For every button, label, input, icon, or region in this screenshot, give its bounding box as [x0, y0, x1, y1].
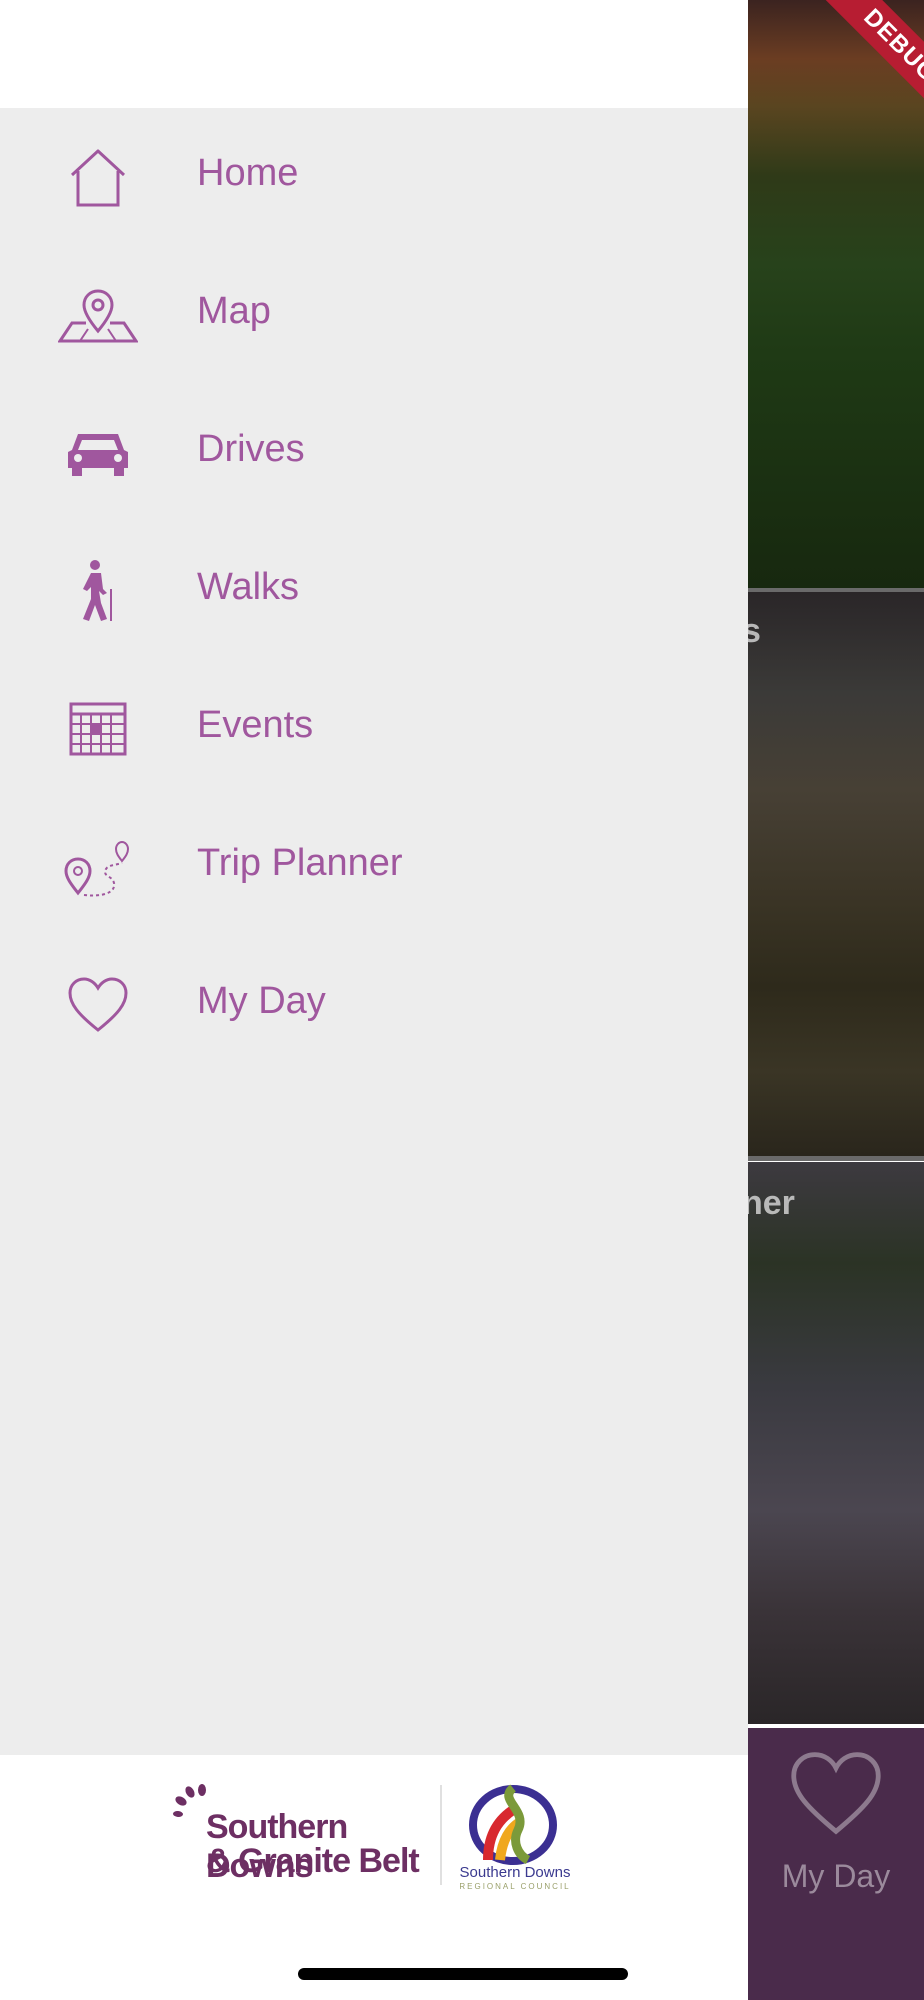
menu-item-label: Map [197, 290, 271, 332]
card-title: s [748, 612, 761, 650]
menu-item-label: Events [197, 704, 314, 746]
menu-item-drives[interactable]: Drives [0, 384, 748, 522]
home-indicator[interactable] [298, 1968, 628, 1980]
heart-icon [791, 1752, 881, 1835]
menu-item-walks[interactable]: Walks [0, 522, 748, 660]
menu-item-home[interactable]: Home [0, 108, 748, 246]
calendar-icon [58, 694, 138, 764]
featured-card-sunset[interactable] [748, 0, 924, 588]
heart-icon [58, 970, 138, 1040]
drawer-header [0, 0, 748, 108]
logo-divider [440, 1785, 442, 1885]
menu-item-events[interactable]: Events [0, 660, 748, 798]
southern-downs-granite-belt-logo: Southern Downs & Granite Belt [170, 1780, 430, 1885]
council-logo-text: Southern Downs [459, 1864, 571, 1881]
drawer-menu: Home Map Drives Walks Events Trip Planne… [0, 108, 748, 1074]
map-pin-icon [58, 280, 138, 350]
menu-item-trip-planner[interactable]: Trip Planner [0, 798, 748, 936]
route-pins-icon [58, 832, 138, 902]
logo-text-line2: & Granite Belt [206, 1842, 420, 1880]
tab-my-day[interactable]: My Day [748, 1728, 924, 2000]
navigation-drawer: Home Map Drives Walks Events Trip Planne… [0, 0, 748, 2000]
menu-item-label: Walks [197, 566, 300, 608]
featured-card-walks[interactable]: s [748, 592, 924, 1156]
menu-item-label: Drives [197, 428, 305, 470]
car-icon [58, 418, 138, 488]
hiker-icon [58, 556, 138, 626]
menu-item-label: Trip Planner [197, 842, 403, 884]
menu-item-map[interactable]: Map [0, 246, 748, 384]
menu-item-label: My Day [197, 980, 326, 1022]
featured-card-trip-planner[interactable]: ner [748, 1162, 924, 1724]
council-logo-subtext: REGIONAL COUNCIL [459, 1882, 571, 1891]
card-divider [748, 1156, 924, 1161]
home-icon [58, 142, 138, 212]
card-title: ner [748, 1184, 795, 1222]
background-content: s ner My Day [748, 0, 924, 2000]
tab-my-day-label: My Day [781, 1858, 891, 1894]
menu-item-label: Home [197, 152, 299, 194]
menu-item-my-day[interactable]: My Day [0, 936, 748, 1074]
